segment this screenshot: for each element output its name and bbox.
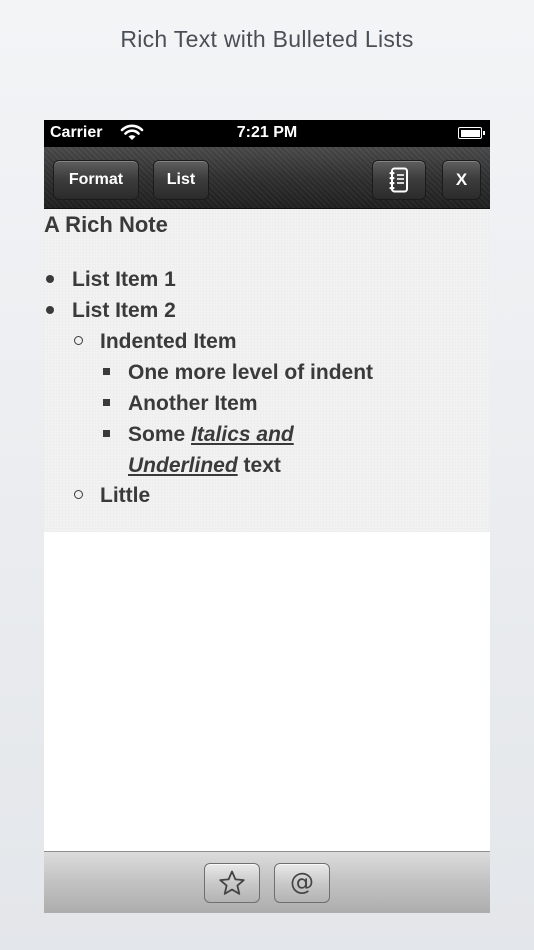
list-item: One more level of indent <box>128 361 374 384</box>
svg-text:@: @ <box>290 869 314 896</box>
battery-icon <box>458 127 485 139</box>
bullet-disc-icon <box>46 275 54 283</box>
mention-button[interactable]: @ <box>274 863 330 903</box>
plain-text: text <box>237 454 281 477</box>
note-editor[interactable]: A Rich Note List Item 1 List Item 2 Inde… <box>44 209 490 532</box>
list-button[interactable]: List <box>153 160 209 200</box>
bullet-square-icon <box>103 430 110 437</box>
status-time: 7:21 PM <box>236 124 298 141</box>
bullet-circle-icon <box>74 490 83 499</box>
phone-screen: Carrier 7:21 PM Format List X A Rich Not… <box>44 120 490 913</box>
italic-underlined-text: Underlined <box>128 454 238 477</box>
list-item: Little <box>100 484 151 507</box>
list-item-continuation: Underlined text <box>128 450 281 481</box>
list-item: List Item 1 <box>72 268 176 291</box>
list-item: Some Italics and <box>128 419 294 450</box>
star-icon <box>219 870 245 895</box>
close-button[interactable]: X <box>442 160 481 200</box>
bottom-toolbar: @ <box>44 851 490 913</box>
bullet-square-icon <box>103 399 110 406</box>
list-item: List Item 2 <box>72 299 176 322</box>
note-title: A Rich Note <box>44 212 168 237</box>
screenshot-caption: Rich Text with Bulleted Lists <box>120 26 414 52</box>
favorite-button[interactable] <box>204 863 260 903</box>
status-bar: Carrier 7:21 PM <box>44 120 490 147</box>
notebook-button[interactable] <box>372 160 426 200</box>
format-button[interactable]: Format <box>53 160 139 200</box>
at-icon: @ <box>290 869 314 896</box>
top-toolbar: Format List X <box>44 147 490 209</box>
notebook-icon <box>389 167 408 193</box>
plain-text: Some <box>128 423 192 446</box>
list-item: Indented Item <box>100 330 237 353</box>
bullet-disc-icon <box>46 306 54 314</box>
italic-underlined-text: Italics and <box>191 423 294 446</box>
list-item: Another Item <box>128 392 258 415</box>
bullet-circle-icon <box>74 336 83 345</box>
bullet-square-icon <box>103 368 110 375</box>
